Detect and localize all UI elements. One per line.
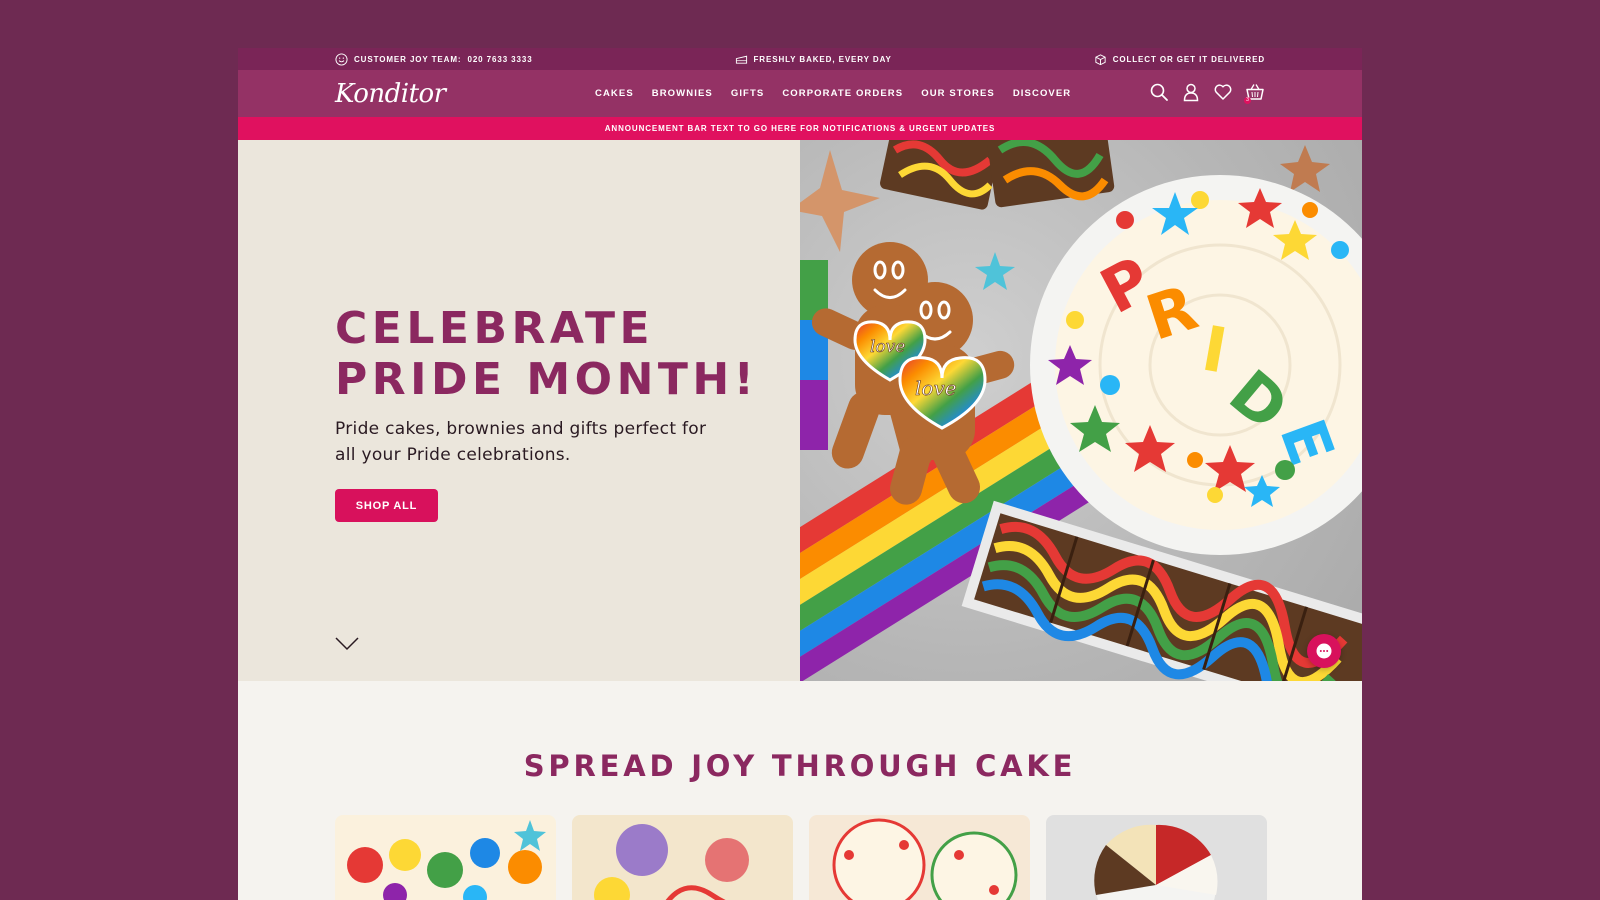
freshly-baked-info: FRESHLY BAKED, EVERY DAY [735, 53, 892, 66]
customer-team-phone[interactable]: 020 7633 3333 [467, 55, 532, 64]
main-navigation: Konditor CAKES BROWNIES GIFTS CORPORATE … [238, 70, 1362, 117]
nav-item-discover[interactable]: DISCOVER [1013, 88, 1071, 99]
utility-bar: CUSTOMER JOY TEAM: 020 7633 3333 FRESHLY… [238, 48, 1362, 70]
account-icon [1183, 83, 1199, 102]
website-frame: CUSTOMER JOY TEAM: 020 7633 3333 FRESHLY… [238, 48, 1362, 900]
delivery-info[interactable]: COLLECT OR GET IT DELIVERED [1094, 53, 1265, 66]
product-card[interactable] [1046, 815, 1267, 900]
customer-team-info[interactable]: CUSTOMER JOY TEAM: 020 7633 3333 [335, 52, 533, 66]
product-card-image [809, 815, 1030, 900]
hero-image: P R I D E love love [800, 140, 1362, 681]
freshly-baked-text: FRESHLY BAKED, EVERY DAY [753, 54, 892, 64]
nav-item-cakes[interactable]: CAKES [595, 88, 634, 99]
product-card[interactable] [809, 815, 1030, 900]
box-icon [1095, 53, 1106, 65]
search-icon [1150, 83, 1168, 101]
hero-title: CELEBRATE PRIDE MONTH! [335, 303, 759, 405]
chat-widget-button[interactable] [1307, 634, 1341, 668]
nav-item-brownies[interactable]: BROWNIES [652, 88, 713, 99]
konditor-logo[interactable]: Konditor [335, 79, 495, 109]
hero-section: CELEBRATE PRIDE MONTH! Pride cakes, brow… [238, 140, 1362, 681]
nav-item-corporate-orders[interactable]: CORPORATE ORDERS [782, 88, 903, 99]
nav-icons: 3 [1149, 82, 1265, 104]
chevron-down-icon[interactable] [335, 636, 359, 652]
product-cards [335, 815, 1267, 900]
account-button[interactable] [1181, 82, 1201, 102]
product-card[interactable] [335, 815, 556, 900]
primary-menu: CAKES BROWNIES GIFTS CORPORATE ORDERS OU… [595, 70, 1089, 117]
cake-slice-icon [735, 55, 747, 64]
announcement-text: ANNOUNCEMENT BAR TEXT TO GO HERE FOR NOT… [604, 124, 996, 133]
product-card[interactable] [572, 815, 793, 900]
product-card-image [572, 815, 793, 900]
product-card-image [335, 815, 556, 900]
product-card-image [1046, 815, 1267, 900]
basket-button[interactable]: 3 [1244, 82, 1265, 104]
search-button[interactable] [1149, 82, 1169, 102]
shop-all-button[interactable]: SHOP ALL [335, 489, 438, 522]
hero-text-panel: CELEBRATE PRIDE MONTH! Pride cakes, brow… [238, 140, 800, 681]
pride-treats-illustration: P R I D E love love [800, 140, 1362, 681]
hero-subtitle: Pride cakes, brownies and gifts perfect … [335, 419, 707, 465]
wishlist-button[interactable] [1213, 82, 1233, 102]
cart-count-badge: 3 [1244, 97, 1251, 104]
chat-bubble-icon [1316, 643, 1332, 659]
customer-team-label: CUSTOMER JOY TEAM: [354, 54, 462, 64]
announcement-bar: ANNOUNCEMENT BAR TEXT TO GO HERE FOR NOT… [238, 117, 1362, 140]
smile-icon [335, 52, 348, 66]
nav-item-gifts[interactable]: GIFTS [731, 88, 764, 99]
spread-joy-section: SPREAD JOY THROUGH CAKE [238, 681, 1362, 900]
section-title: SPREAD JOY THROUGH CAKE [523, 749, 1077, 783]
cookie-text: love [870, 337, 905, 357]
nav-item-our-stores[interactable]: OUR STORES [921, 88, 995, 99]
cookie-text-2: love [915, 376, 957, 400]
wishlist-heart-icon [1214, 84, 1232, 100]
delivery-text: COLLECT OR GET IT DELIVERED [1112, 54, 1265, 64]
